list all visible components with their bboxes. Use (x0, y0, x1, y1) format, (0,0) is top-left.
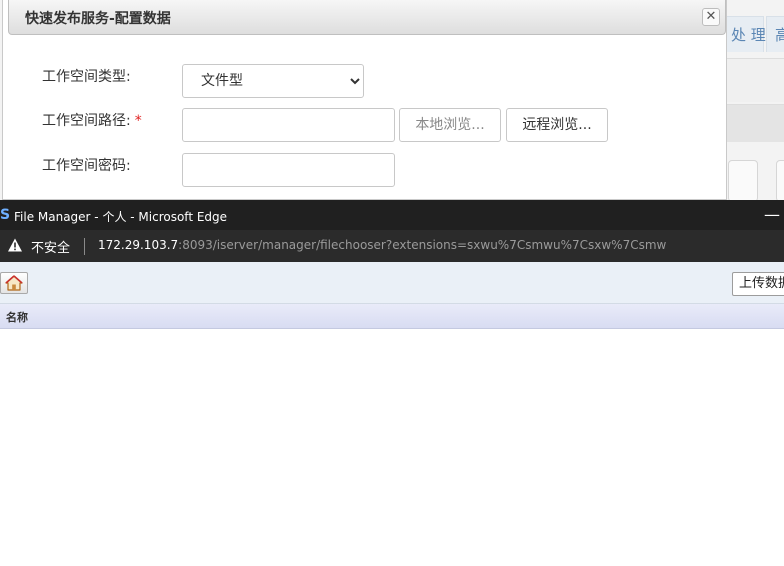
minimize-icon[interactable]: — (762, 204, 782, 226)
file-list[interactable] (0, 329, 784, 566)
workspace-password-label: 工作空间密码: (42, 155, 131, 175)
window-titlebar[interactable]: S File Manager - 个人 - Microsoft Edge — (0, 200, 784, 230)
workspace-path-input[interactable] (182, 108, 395, 142)
workspace-type-label-text: 工作空间类型: (42, 69, 131, 85)
background-tab-advanced[interactable]: 高 (766, 16, 784, 52)
background-tab-process[interactable]: 处 理 (722, 16, 766, 52)
upload-data-button[interactable]: 上传数据 (732, 272, 784, 296)
home-button[interactable] (0, 272, 28, 294)
app-logo-icon: S (0, 207, 11, 223)
security-label[interactable]: 不安全 (31, 237, 70, 256)
background-card (728, 160, 758, 202)
file-manager-window: S File Manager - 个人 - Microsoft Edge — 不… (0, 200, 784, 566)
url-host: 172.29.103.7 (98, 238, 179, 252)
dialog-titlebar[interactable]: 快速发布服务-配置数据 ✕ (8, 0, 726, 35)
warning-icon[interactable] (7, 237, 23, 253)
workspace-password-input[interactable] (182, 153, 395, 187)
address-bar: 不安全 172.29.103.7:8093/iserver/manager/fi… (0, 230, 784, 262)
required-marker: * (134, 113, 142, 129)
workspace-path-label: 工作空间路径: * (42, 110, 142, 130)
address-divider (84, 238, 85, 255)
quick-publish-dialog: 快速发布服务-配置数据 ✕ 工作空间类型: 文件型 工作空间路径: * 本地浏览.… (2, 0, 727, 200)
background-panel (726, 58, 784, 102)
background-card (776, 160, 784, 202)
url-field[interactable]: 172.29.103.7:8093/iserver/manager/filech… (98, 238, 666, 252)
window-title: File Manager - 个人 - Microsoft Edge (14, 210, 228, 224)
workspace-type-select[interactable]: 文件型 (182, 64, 364, 98)
remote-browse-button[interactable]: 远程浏览... (506, 108, 608, 142)
url-path: :8093/iserver/manager/filechooser?extens… (178, 238, 667, 252)
home-icon (5, 275, 23, 291)
column-header-name[interactable]: 名称 (6, 309, 28, 325)
workspace-path-label-text: 工作空间路径: (42, 113, 131, 129)
dialog-title: 快速发布服务-配置数据 (25, 11, 171, 27)
file-list-header: 名称 (0, 304, 784, 329)
workspace-type-label: 工作空间类型: (42, 66, 131, 86)
workspace-password-label-text: 工作空间密码: (42, 158, 131, 174)
background-panel (726, 104, 784, 142)
close-icon[interactable]: ✕ (702, 8, 720, 26)
local-browse-button[interactable]: 本地浏览... (399, 108, 501, 142)
file-manager-toolbar: 上传数据 (0, 262, 784, 304)
